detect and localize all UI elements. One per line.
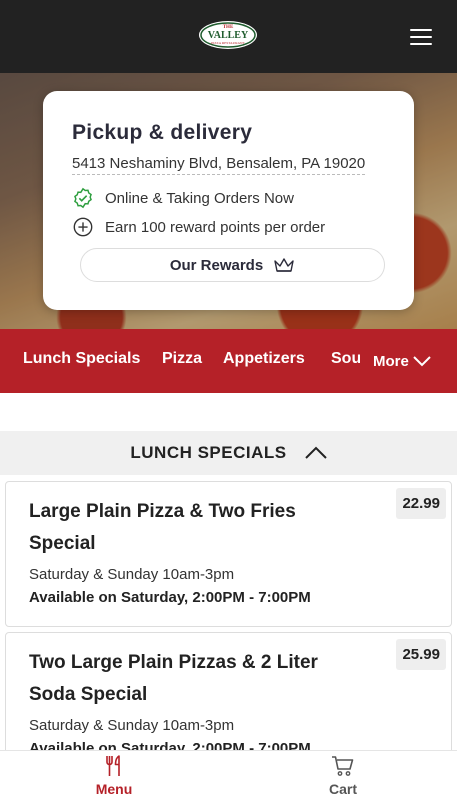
svg-text:PIZZA RESTAURANT: PIZZA RESTAURANT xyxy=(211,41,245,45)
menu-item-description: Saturday & Sunday 10am-3pm xyxy=(29,717,235,734)
menu-item-price: 22.99 xyxy=(396,488,446,519)
top-navbar: THE VALLEY PIZZA RESTAURANT xyxy=(0,0,457,73)
cart-icon xyxy=(332,756,354,776)
online-status-text: Online & Taking Orders Now xyxy=(105,189,294,207)
tab-cart-label: Cart xyxy=(328,781,357,797)
svg-text:VALLEY: VALLEY xyxy=(208,30,249,41)
reward-points-text: Earn 100 reward points per order xyxy=(105,218,326,236)
our-rewards-button[interactable]: Our Rewards xyxy=(80,248,385,282)
restaurant-logo[interactable]: THE VALLEY PIZZA RESTAURANT xyxy=(198,19,258,51)
section-title: LUNCH SPECIALS xyxy=(130,443,287,462)
more-label: More xyxy=(373,352,409,370)
tab-menu[interactable]: Menu xyxy=(0,751,228,800)
lunch-specials-section-header[interactable]: LUNCH SPECIALS xyxy=(0,431,457,475)
check-badge-icon xyxy=(74,187,92,209)
chevron-up-icon xyxy=(304,446,327,459)
reward-points-row: Earn 100 reward points per order xyxy=(72,216,325,238)
chevron-down-icon xyxy=(413,356,431,367)
menu-item-card[interactable]: Two Large Plain Pizzas & 2 Liter Soda Sp… xyxy=(5,632,452,762)
plus-circle-icon xyxy=(73,217,93,237)
hamburger-menu-button[interactable] xyxy=(405,24,437,50)
fork-knife-icon xyxy=(106,755,120,776)
more-categories-button[interactable]: More xyxy=(360,329,457,393)
online-status-row: Online & Taking Orders Now xyxy=(72,187,294,209)
menu-item-price: 25.99 xyxy=(396,639,446,670)
menu-item-name: Large Plain Pizza & Two Fries Special xyxy=(29,501,296,554)
tab-cart[interactable]: Cart xyxy=(229,751,457,800)
our-rewards-label: Our Rewards xyxy=(169,256,264,274)
bottom-navigation: Menu Cart xyxy=(0,750,457,800)
tab-menu-label: Menu xyxy=(95,781,133,797)
crown-icon xyxy=(274,258,294,272)
card-title: Pickup & delivery xyxy=(72,121,253,144)
category-lunch-specials[interactable]: Lunch Specials xyxy=(23,350,140,368)
category-bar: Lunch Specials Pizza Appetizers Soups Mo… xyxy=(0,329,457,393)
restaurant-address[interactable]: 5413 Neshaminy Blvd, Bensalem, PA 19020 xyxy=(72,155,366,175)
menu-item-card[interactable]: Large Plain Pizza & Two Fries Special Sa… xyxy=(5,481,452,627)
pickup-delivery-card: Pickup & delivery 5413 Neshaminy Blvd, B… xyxy=(43,91,414,310)
menu-item-description: Saturday & Sunday 10am-3pm xyxy=(29,566,235,583)
menu-item-name: Two Large Plain Pizzas & 2 Liter Soda Sp… xyxy=(29,652,318,705)
category-appetizers[interactable]: Appetizers xyxy=(223,350,305,368)
menu-item-availability: Available on Saturday, 2:00PM - 7:00PM xyxy=(29,589,311,606)
category-pizza[interactable]: Pizza xyxy=(162,350,202,368)
